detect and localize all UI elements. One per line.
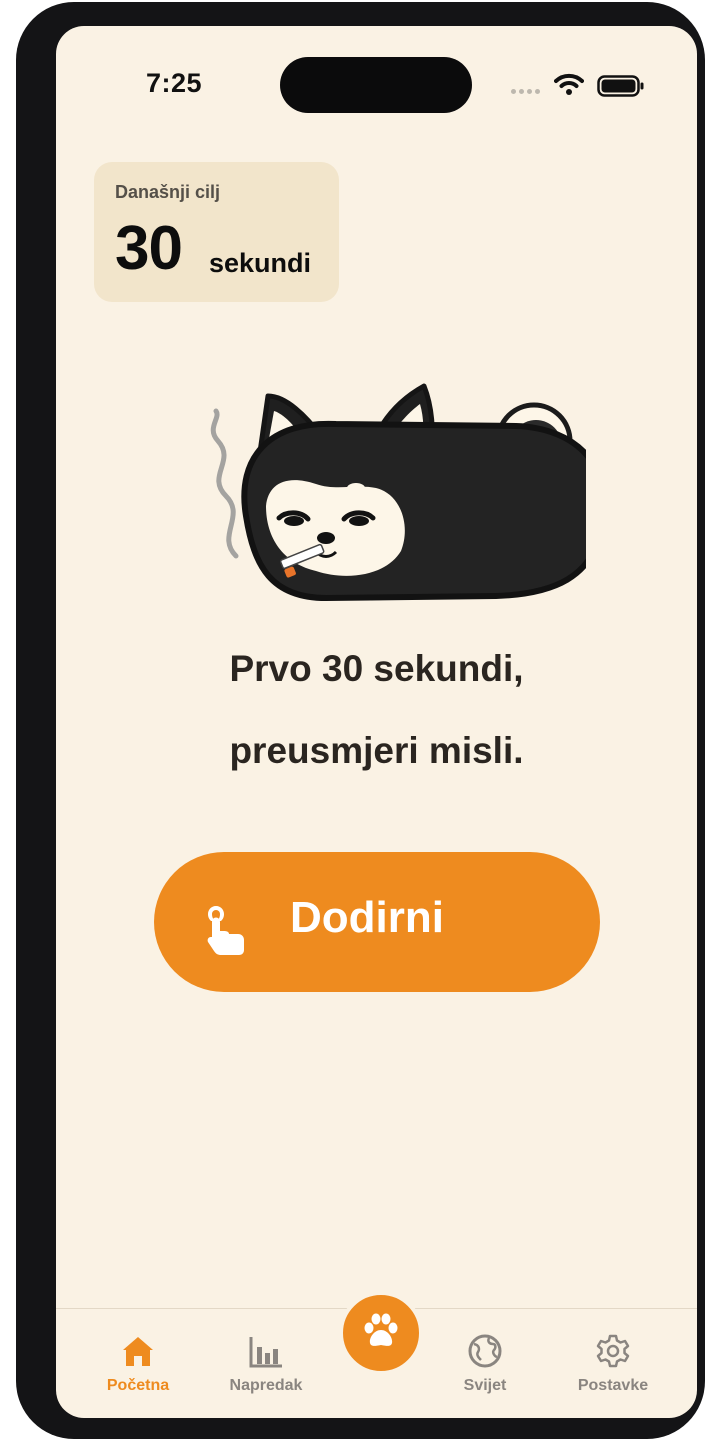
goal-unit: sekundi (209, 248, 312, 278)
wifi-icon (554, 73, 584, 95)
gear-icon (596, 1334, 630, 1368)
status-time: 7:25 (146, 68, 203, 98)
cellular-signal-icon (511, 89, 540, 94)
paw-icon (364, 1313, 398, 1346)
home-icon (123, 1337, 153, 1366)
bar-chart-icon (249, 1337, 282, 1368)
goal-label: Današnji cilj (115, 182, 221, 202)
smoking-shiba-mascot (210, 383, 586, 602)
tab-home-label: Početna (106, 1377, 170, 1394)
goal-value: 30 (115, 214, 183, 283)
tab-progress[interactable]: Napredak (206, 1309, 326, 1418)
headline-line-2: preusmjeri misli. (229, 730, 524, 771)
tab-settings[interactable]: Postavke (553, 1309, 673, 1418)
phone-frame: 7:25 Današnji cilj 30 sekundi Prvo 30 se… (16, 2, 705, 1439)
tap-button[interactable]: Dodirni (154, 852, 600, 992)
dynamic-island (280, 57, 472, 113)
tap-button-label: Dodirni (290, 893, 444, 942)
globe-icon (468, 1334, 502, 1368)
center-paw-button[interactable] (339, 1291, 423, 1375)
tab-home[interactable]: Početna (78, 1309, 198, 1418)
tab-world[interactable]: Svijet (425, 1309, 545, 1418)
tap-hand-icon (207, 906, 244, 955)
app-screen: 7:25 Današnji cilj 30 sekundi Prvo 30 se… (56, 26, 697, 1418)
tab-progress-label: Napredak (229, 1377, 303, 1394)
tab-world-label: Svijet (463, 1377, 507, 1394)
headline-line-1: Prvo 30 sekundi, (229, 648, 524, 689)
battery-icon (597, 75, 644, 97)
daily-goal-card: Današnji cilj 30 sekundi (94, 162, 339, 302)
tab-settings-label: Postavke (577, 1377, 649, 1394)
